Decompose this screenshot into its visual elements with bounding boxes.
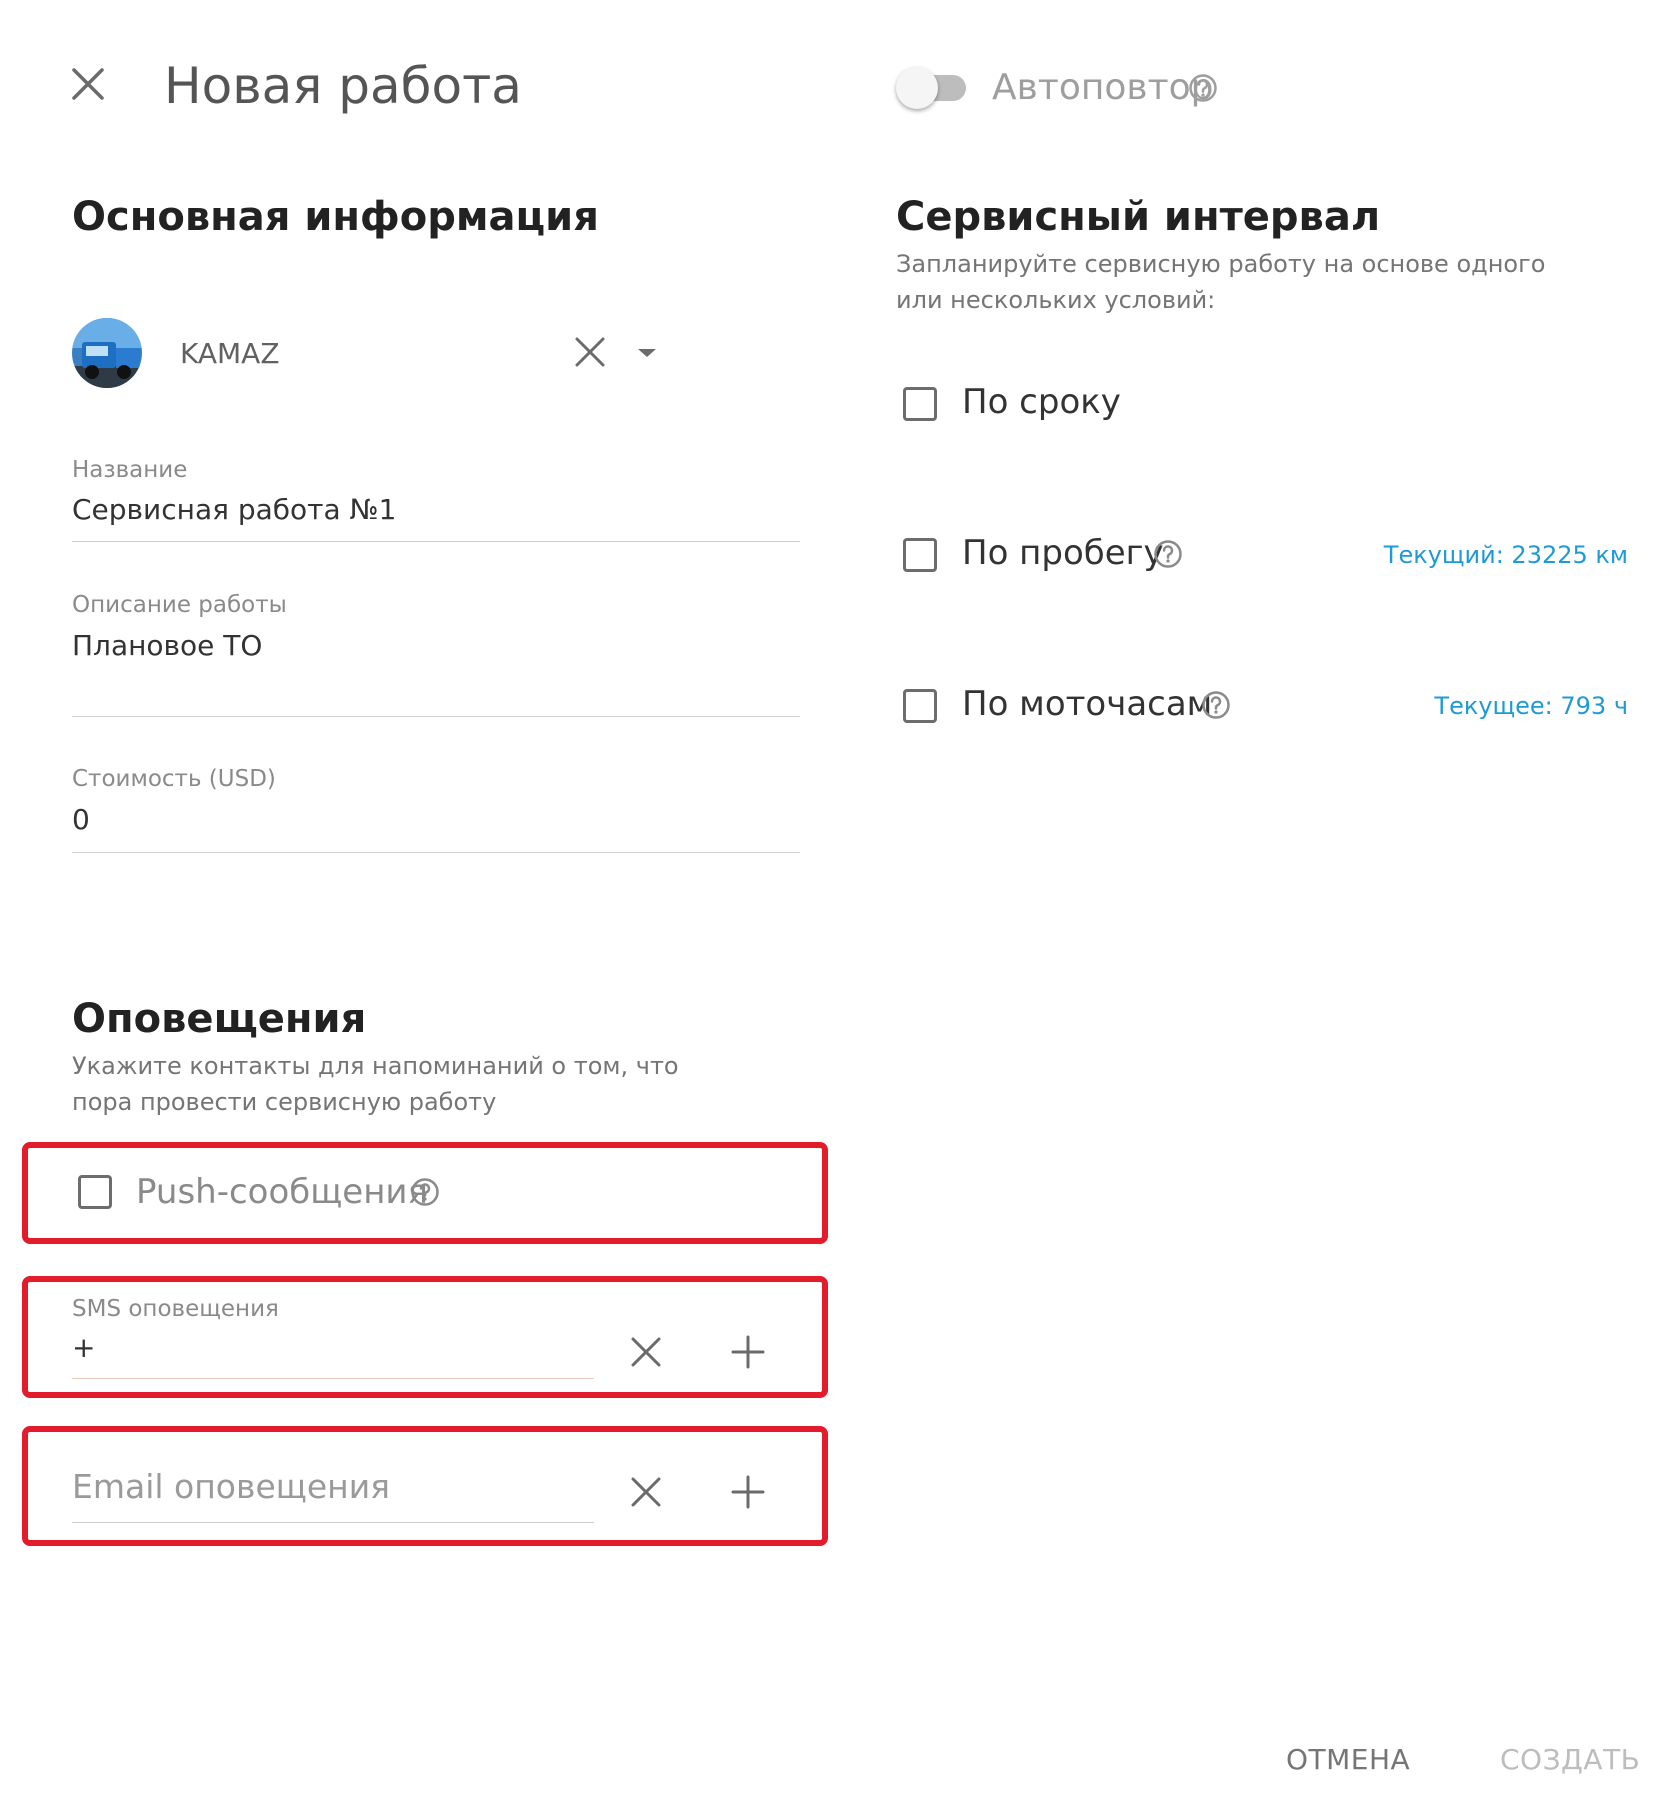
close-dialog-button[interactable] <box>66 62 110 106</box>
cost-field-underline <box>72 852 800 853</box>
name-field-label: Название <box>72 457 188 483</box>
autorepeat-label: Автоповтор <box>992 67 1214 108</box>
by-mileage-label: По пробегу <box>962 533 1164 573</box>
add-sms-button[interactable] <box>728 1332 768 1372</box>
help-icon[interactable] <box>1201 690 1231 720</box>
help-icon[interactable] <box>1188 73 1218 103</box>
push-checkbox[interactable] <box>78 1175 112 1209</box>
close-icon <box>631 1337 661 1367</box>
sms-field-underline <box>72 1378 594 1379</box>
by-engine-hours-checkbox[interactable] <box>903 689 937 723</box>
sms-field[interactable]: + <box>72 1330 95 1366</box>
chevron-down-icon <box>638 349 656 357</box>
clear-email-button[interactable] <box>626 1472 666 1512</box>
close-icon <box>575 337 605 367</box>
by-mileage-checkbox[interactable] <box>903 538 937 572</box>
service-interval-title: Сервисный интервал <box>896 194 1381 240</box>
current-mileage: Текущий: 23225 км <box>1383 541 1628 569</box>
main-info-title: Основная информация <box>72 194 599 240</box>
create-button[interactable]: СОЗДАТЬ <box>1500 1742 1640 1778</box>
current-engine-hours: Текущее: 793 ч <box>1434 692 1628 720</box>
email-field-underline <box>72 1522 594 1523</box>
truck-avatar <box>72 318 142 388</box>
description-field-label: Описание работы <box>72 592 287 618</box>
help-icon[interactable] <box>410 1177 440 1207</box>
close-icon <box>72 68 104 100</box>
add-email-button[interactable] <box>728 1472 768 1512</box>
sms-field-label: SMS оповещения <box>72 1296 279 1322</box>
notifications-title: Оповещения <box>72 996 367 1042</box>
help-icon[interactable] <box>1153 539 1183 569</box>
cancel-button[interactable]: ОТМЕНА <box>1286 1742 1410 1778</box>
plus-icon <box>731 1335 765 1369</box>
toggle-thumb <box>896 67 938 109</box>
service-interval-description: Запланируйте сервисную работу на основе … <box>896 250 1546 314</box>
push-label: Push-сообщения <box>136 1172 428 1212</box>
vehicle-dropdown-button[interactable] <box>630 336 664 370</box>
by-date-checkbox[interactable] <box>903 387 937 421</box>
by-engine-hours-label: По моточасам <box>962 684 1213 724</box>
dialog-title: Новая работа <box>164 57 522 115</box>
plus-icon <box>731 1475 765 1509</box>
name-field[interactable]: Сервисная работа №1 <box>72 492 397 528</box>
cost-field[interactable]: 0 <box>72 802 90 838</box>
name-field-underline <box>72 541 800 542</box>
by-date-label: По сроку <box>962 382 1121 422</box>
autorepeat-toggle[interactable] <box>896 66 970 110</box>
clear-vehicle-button[interactable] <box>570 332 610 372</box>
close-icon <box>631 1477 661 1507</box>
cost-field-label: Стоимость (USD) <box>72 766 276 792</box>
email-field[interactable]: Email оповещения <box>72 1469 390 1505</box>
clear-sms-button[interactable] <box>626 1332 666 1372</box>
description-field-underline <box>72 716 800 717</box>
description-field[interactable]: Плановое ТО <box>72 628 262 664</box>
notifications-description: Укажите контакты для напоминаний о том, … <box>72 1052 679 1116</box>
vehicle-select-value[interactable]: KAMAZ <box>180 336 280 372</box>
